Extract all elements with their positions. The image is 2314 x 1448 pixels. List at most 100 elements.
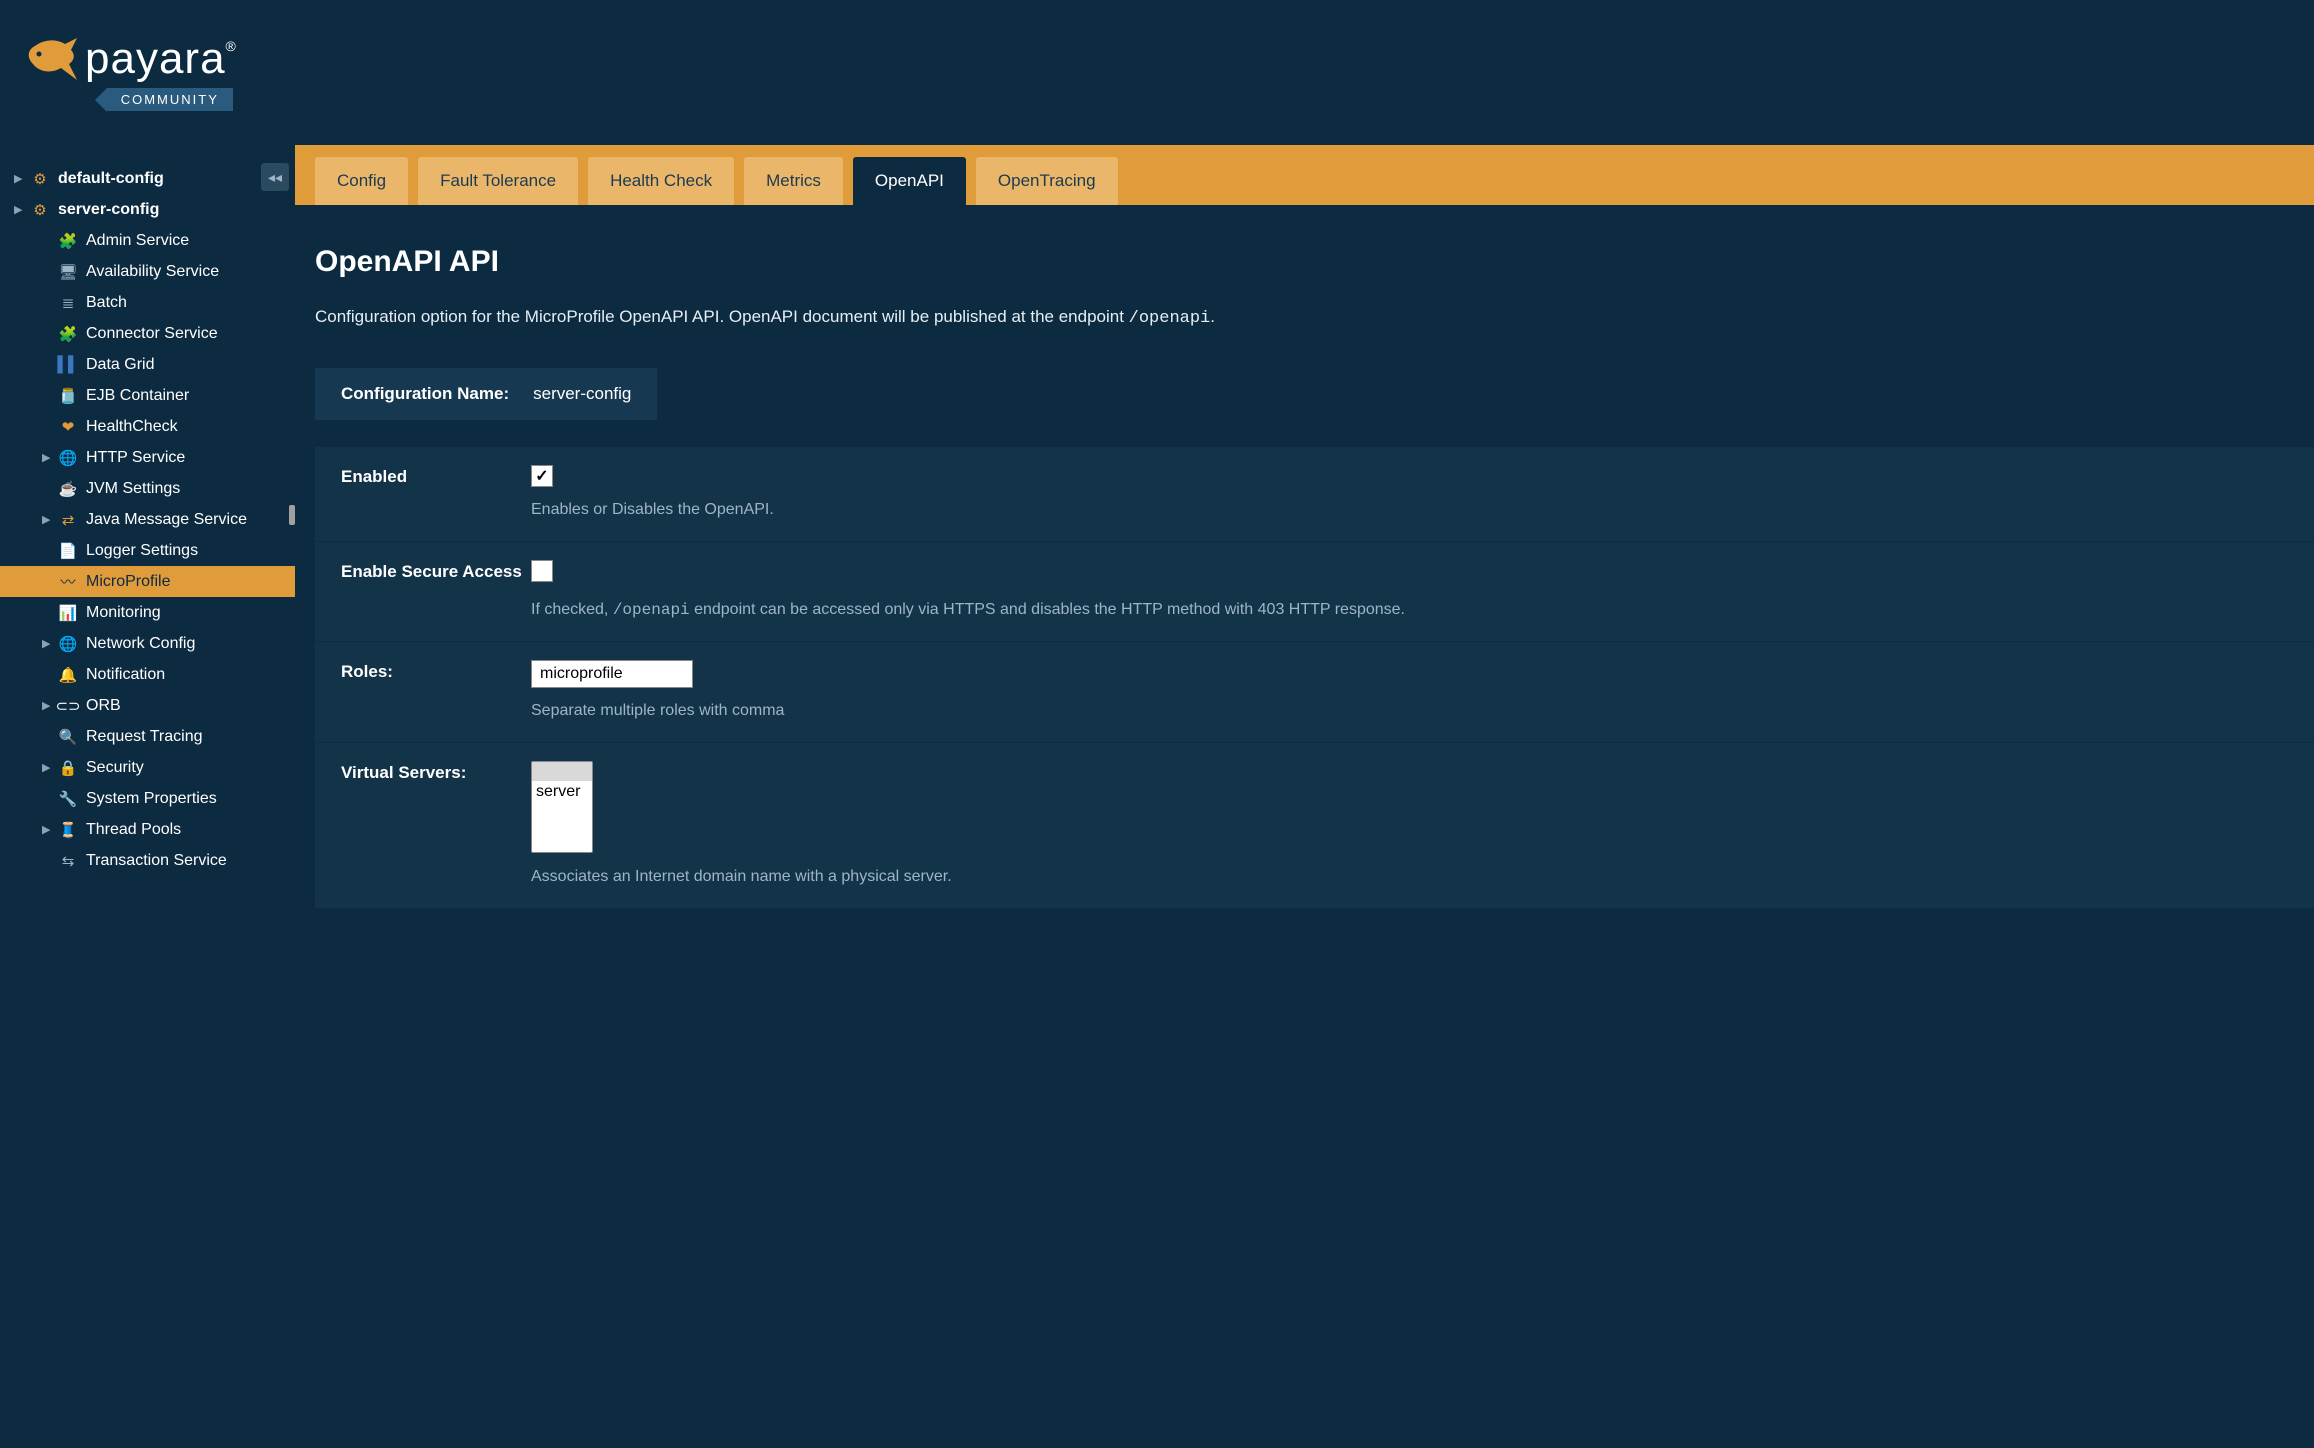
sidebar-item-label: Request Tracing [86, 728, 203, 746]
sidebar-item-label: EJB Container [86, 387, 189, 405]
sidebar-item-icon: 🫙 [58, 386, 78, 406]
sidebar-item-connector-service[interactable]: ▶🧩Connector Service [0, 318, 295, 349]
sidebar-root-label: server-config [58, 201, 159, 219]
scrollbar-thumb[interactable] [289, 505, 295, 525]
sidebar-item-network-config[interactable]: ▶🌐Network Config [0, 628, 295, 659]
sidebar-item-ejb-container[interactable]: ▶🫙EJB Container [0, 380, 295, 411]
caret-right-icon: ▶ [42, 451, 56, 464]
sidebar-item-label: Network Config [86, 635, 195, 653]
sidebar-item-label: Security [86, 759, 144, 777]
sidebar-item-healthcheck[interactable]: ▶❤HealthCheck [0, 411, 295, 442]
content: OpenAPI API Configuration option for the… [295, 205, 2314, 1448]
tab-bar: ConfigFault ToleranceHealth CheckMetrics… [295, 145, 2314, 205]
tab-fault-tolerance[interactable]: Fault Tolerance [418, 157, 578, 205]
sidebar-item-microprofile[interactable]: ▶〰MicroProfile [0, 566, 295, 597]
nav-tree: ▶⚙default-config▶⚙server-config▶🧩Admin S… [0, 145, 295, 876]
configuration-name-value: server-config [533, 384, 631, 404]
roles-label: Roles: [341, 660, 531, 720]
row-roles: Roles: Separate multiple roles with comm… [315, 641, 2314, 742]
sidebar-item-data-grid[interactable]: ▶▌▌Data Grid [0, 349, 295, 380]
payara-fish-icon [25, 36, 79, 82]
sidebar-item-label: Notification [86, 666, 165, 684]
sidebar-item-icon: ⇄ [58, 510, 78, 530]
sidebar-item-icon: ❤ [58, 417, 78, 437]
tab-openapi[interactable]: OpenAPI [853, 157, 966, 205]
tab-health-check[interactable]: Health Check [588, 157, 734, 205]
sidebar-item-label: Transaction Service [86, 852, 227, 870]
sidebar-item-batch[interactable]: ▶≣Batch [0, 287, 295, 318]
caret-right-icon: ▶ [14, 172, 28, 185]
sidebar-item-label: Thread Pools [86, 821, 181, 839]
sidebar-item-label: Java Message Service [86, 511, 247, 529]
secure-access-checkbox[interactable] [531, 560, 553, 582]
sidebar-item-notification[interactable]: ▶🔔Notification [0, 659, 295, 690]
sidebar-item-icon: ☕ [58, 479, 78, 499]
secure-access-help: If checked, /openapi endpoint can be acc… [531, 601, 2288, 619]
virtual-server-option[interactable]: server [532, 781, 592, 803]
enabled-checkbox[interactable] [531, 465, 553, 487]
sidebar-collapse-button[interactable]: ◂◂ [261, 163, 289, 191]
virtual-server-option[interactable] [532, 762, 592, 781]
caret-right-icon: ▶ [42, 513, 56, 526]
tab-config[interactable]: Config [315, 157, 408, 205]
sidebar-item-java-message-service[interactable]: ▶⇄ Java Message Service [0, 504, 295, 535]
header: payara® COMMUNITY [0, 0, 2314, 145]
sidebar-item-label: Logger Settings [86, 542, 198, 560]
sidebar-item-thread-pools[interactable]: ▶🧵Thread Pools [0, 814, 295, 845]
sidebar-item-label: Availability Service [86, 263, 219, 281]
sidebar-item-icon: 🌐 [58, 448, 78, 468]
sidebar-item-icon: ▌▌ [58, 355, 78, 375]
sidebar-item-label: Connector Service [86, 325, 218, 343]
configuration-name-label: Configuration Name: [341, 384, 509, 404]
sidebar-item-jvm-settings[interactable]: ▶☕JVM Settings [0, 473, 295, 504]
sidebar-item-icon: 🔧 [58, 789, 78, 809]
sidebar-item-logger-settings[interactable]: ▶📄Logger Settings [0, 535, 295, 566]
sidebar-item-icon: 🔍 [58, 727, 78, 747]
sidebar-item-label: Admin Service [86, 232, 189, 250]
sidebar-item-icon: 📊 [58, 603, 78, 623]
sidebar-item-label: Batch [86, 294, 127, 312]
sidebar-item-http-service[interactable]: ▶🌐HTTP Service [0, 442, 295, 473]
page-description: Configuration option for the MicroProfil… [315, 307, 2314, 328]
row-enabled: Enabled Enables or Disables the OpenAPI. [315, 446, 2314, 541]
caret-right-icon: ▶ [42, 761, 56, 774]
sidebar-item-label: System Properties [86, 790, 217, 808]
sidebar-item-request-tracing[interactable]: ▶🔍Request Tracing [0, 721, 295, 752]
roles-input[interactable] [531, 660, 693, 688]
page-title: OpenAPI API [315, 245, 2314, 279]
sidebar-root-server-config[interactable]: ▶⚙ server-config [0, 194, 295, 225]
sidebar-item-system-properties[interactable]: ▶🔧System Properties [0, 783, 295, 814]
sidebar-item-label: HealthCheck [86, 418, 178, 436]
configuration-name-bar: Configuration Name: server-config [315, 368, 657, 420]
config-icon: ⚙ [30, 200, 50, 220]
sidebar-item-icon: 🧵 [58, 820, 78, 840]
enabled-help: Enables or Disables the OpenAPI. [531, 501, 2288, 519]
sidebar: ◂◂ ▶⚙default-config▶⚙server-config▶🧩Admi… [0, 145, 295, 1448]
chevron-double-left-icon: ◂◂ [268, 169, 282, 186]
virtual-servers-help: Associates an Internet domain name with … [531, 868, 2288, 886]
sidebar-root-label: default-config [58, 170, 164, 188]
tab-metrics[interactable]: Metrics [744, 157, 843, 205]
sidebar-item-security[interactable]: ▶🔒Security [0, 752, 295, 783]
caret-right-icon: ▶ [42, 637, 56, 650]
sidebar-item-icon: 🧩 [58, 231, 78, 251]
row-secure-access: Enable Secure Access If checked, /openap… [315, 541, 2314, 641]
roles-help: Separate multiple roles with comma [531, 702, 2288, 720]
sidebar-item-monitoring[interactable]: ▶📊Monitoring [0, 597, 295, 628]
sidebar-item-icon: ⊂⊃ [58, 696, 78, 716]
community-badge: COMMUNITY [107, 88, 233, 111]
sidebar-item-icon: 🖥 [58, 262, 78, 282]
sidebar-item-label: Monitoring [86, 604, 161, 622]
sidebar-item-icon: 〰 [58, 572, 78, 592]
sidebar-root-default-config[interactable]: ▶⚙default-config [0, 163, 295, 194]
virtual-servers-select[interactable]: server [531, 761, 593, 853]
sidebar-item-icon: 📄 [58, 541, 78, 561]
tab-opentracing[interactable]: OpenTracing [976, 157, 1118, 205]
sidebar-item-transaction-service[interactable]: ▶⇆Transaction Service [0, 845, 295, 876]
secure-access-label: Enable Secure Access [341, 560, 531, 619]
caret-right-icon: ▶ [14, 203, 28, 216]
sidebar-item-admin-service[interactable]: ▶🧩Admin Service [0, 225, 295, 256]
sidebar-item-label: MicroProfile [86, 573, 170, 591]
sidebar-item-orb[interactable]: ▶⊂⊃ORB [0, 690, 295, 721]
sidebar-item-availability-service[interactable]: ▶🖥Availability Service [0, 256, 295, 287]
